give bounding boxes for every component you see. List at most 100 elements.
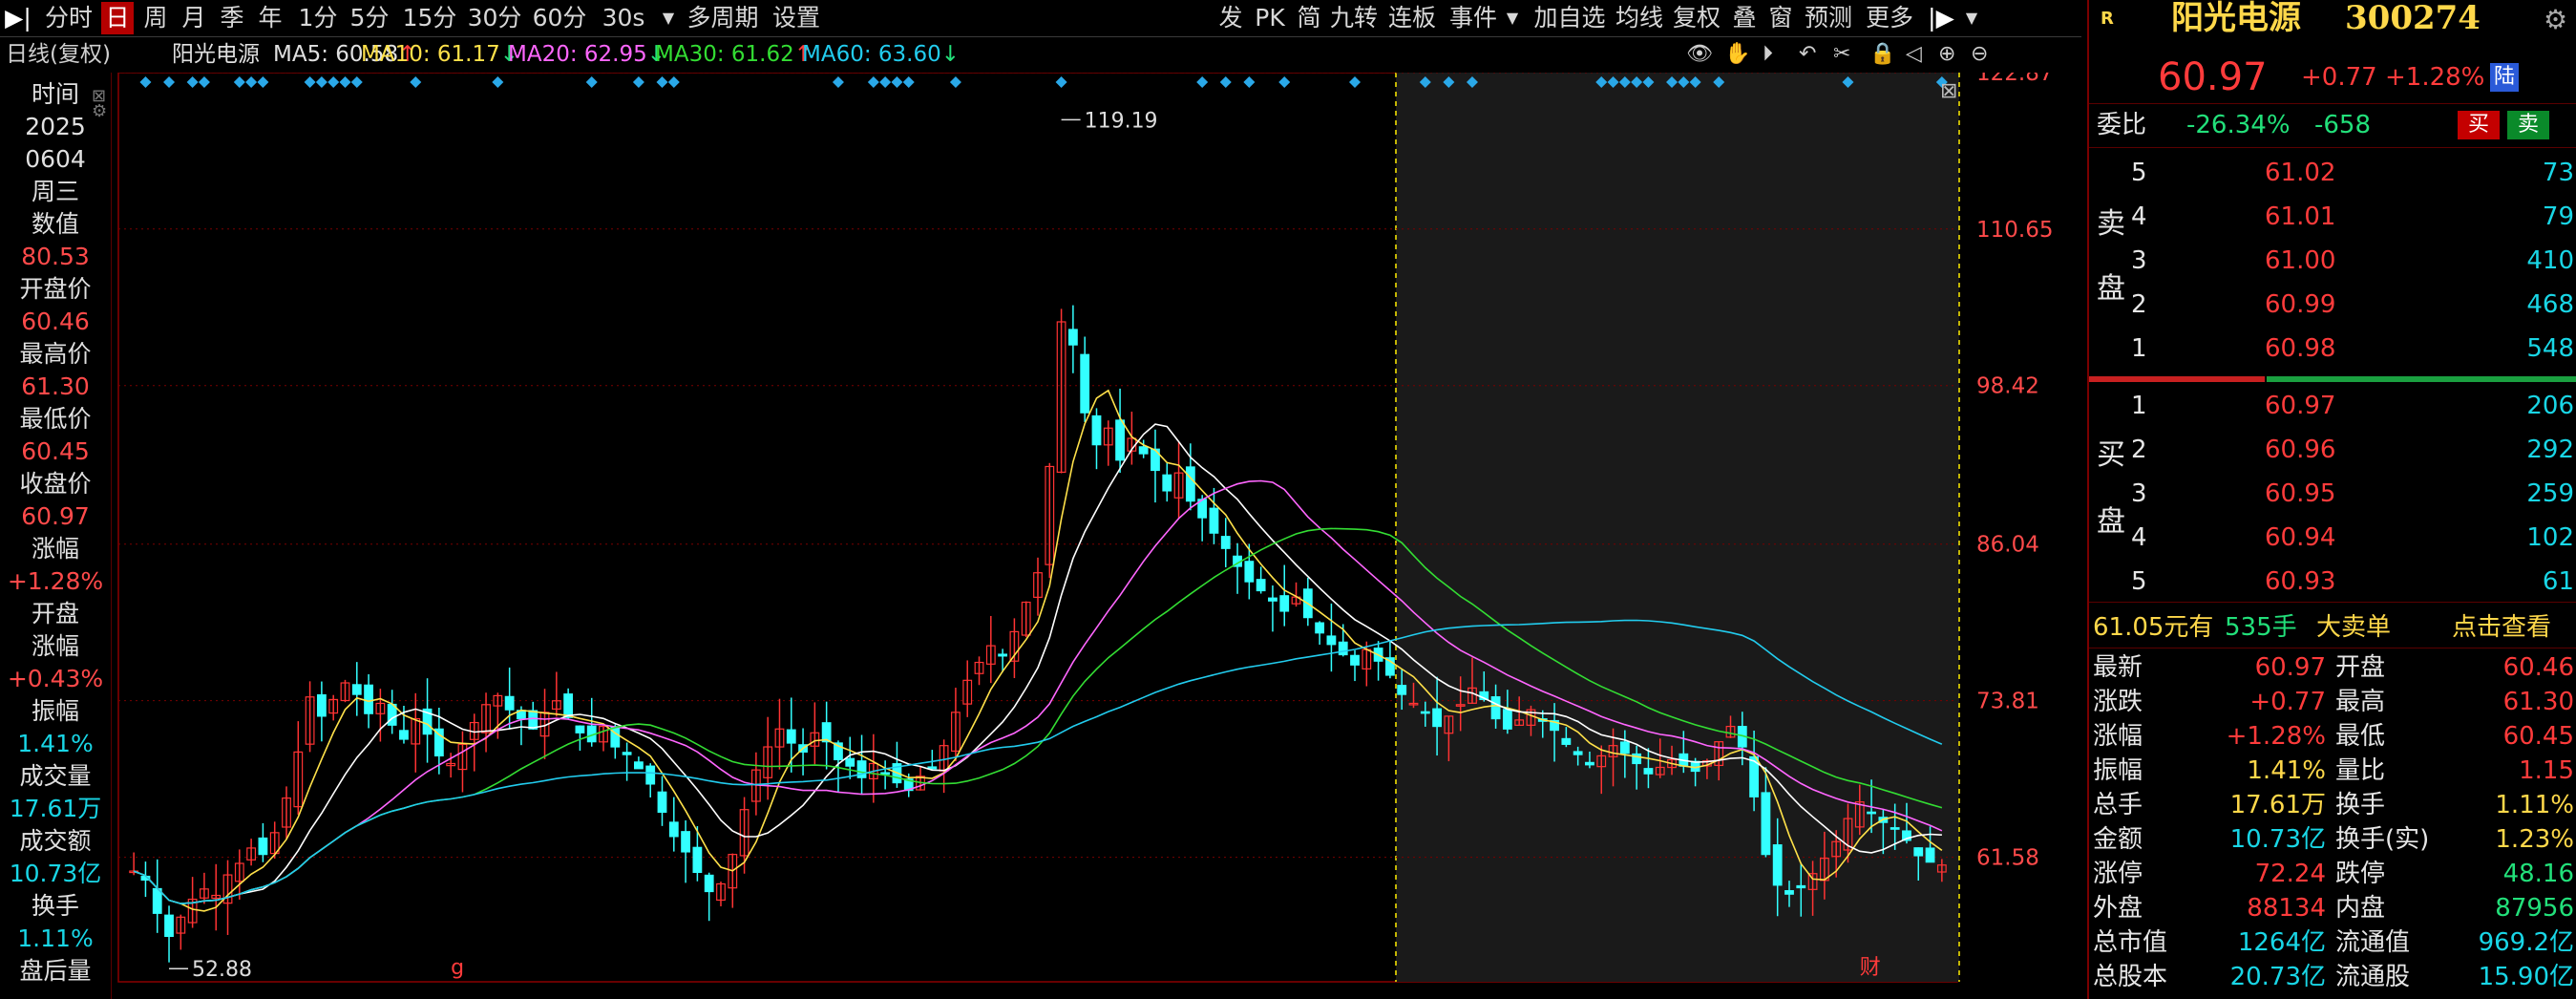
close-value: 60.97 [21,502,90,530]
candle-body [1761,792,1771,856]
ma-button[interactable]: 均线 [1614,2,1665,34]
stat-row: 外盘 88134 内盘 87956 [2089,892,2576,926]
more-button[interactable]: 更多 [1864,2,1915,34]
scissors-icon[interactable]: ✂ [1833,38,1850,71]
stat-label: 涨跌 [2093,688,2143,716]
event-diamond [350,76,363,88]
buy-row[interactable]: 3 60.95 259 [2089,478,2576,510]
play-icon[interactable]: ⏵ [1763,38,1773,71]
candlestick-chart[interactable]: 122.87 110.65 98.42 86.04 73.81 61.58 119.19 52… [113,73,2087,999]
pk-button[interactable]: PK [1251,2,1289,34]
events-chevron-down-icon[interactable]: ▼ [1503,2,1522,34]
buy-level: 2 [2131,436,2147,464]
low-label: 最低价 [19,405,92,433]
selection-close-icon[interactable]: ⊠ [1940,79,1957,103]
nine-turn-button[interactable]: 九转 [1329,2,1379,34]
tab-60min[interactable]: 60分 [529,2,590,34]
amplitude-value: 1.41% [17,730,94,757]
hand-icon[interactable]: ✋ [1724,38,1750,71]
turnover-amount-label: 成交额 [19,827,92,855]
window-button[interactable]: 窗 [1764,2,1797,34]
forecast-button[interactable]: 预测 [1803,2,1854,34]
tab-yearly[interactable]: 年 [254,2,286,34]
limit-up-button[interactable]: 连板 [1386,2,1438,34]
tab-monthly[interactable]: 月 [178,2,210,34]
candle-body [1913,847,1924,857]
buy-row[interactable]: 4 60.94 102 [2089,521,2576,554]
tab-weekly[interactable]: 周 [139,2,172,34]
tab-5min[interactable]: 5分 [346,2,393,34]
open-change-label-2: 涨幅 [31,632,79,660]
tab-15min[interactable]: 15分 [399,2,460,34]
candle-body [786,729,796,744]
zoom-out-icon[interactable]: ⊖ [1971,38,1988,71]
event-diamond [198,76,210,88]
sidebar-toggle-icon[interactable]: ▶| [4,2,32,34]
event-diamond [1243,76,1256,88]
sell-row[interactable]: 2 60.99 468 [2089,288,2576,321]
chevron-down-icon[interactable]: ▼ [659,2,678,34]
add-watchlist-button[interactable]: 加自选 [1533,2,1606,34]
big-order-link[interactable]: 点击查看 [2452,611,2551,644]
tab-intraday[interactable]: 分时 [40,2,97,34]
eye-icon[interactable]: 👁 [1686,38,1713,71]
crosshair-data-panel: 时间 2025 0604 周三 数值 80.53 开盘价 60.46 最高价 6… [0,73,112,999]
buy-row[interactable]: 2 60.96 292 [2089,434,2576,466]
buy-level: 5 [2131,567,2147,596]
candle-body [164,914,174,938]
quote-panel: R 阳光电源 300274 ⚙ 60.97 +0.77 +1.28% 陆 委比 … [2087,0,2576,999]
tab-30s[interactable]: 30s [600,2,647,34]
gear-icon[interactable]: ⚙ [2544,4,2567,36]
tab-quarterly[interactable]: 季 [216,2,248,34]
settings-button[interactable]: 设置 [771,2,821,34]
panel-settings-icon[interactable]: ⚙ [92,101,107,121]
zoom-in-icon[interactable]: ⊕ [1938,38,1955,71]
sell-button[interactable]: 卖 [2507,111,2549,139]
adjust-button[interactable]: 复权 [1671,2,1722,34]
candle-body [1432,708,1442,728]
event-diamond [1055,76,1067,88]
tab-daily[interactable]: 日 [101,2,134,34]
sell-row[interactable]: 1 60.98 548 [2089,332,2576,365]
buy-row[interactable]: 5 60.93 61 [2089,565,2576,598]
stat-value: +0.77 [2249,688,2326,716]
candle-body [634,761,644,770]
left-icon[interactable]: ◁ [1906,38,1922,71]
tab-1min[interactable]: 1分 [294,2,342,34]
buy-row[interactable]: 1 60.97 206 [2089,390,2576,422]
collapse-panel-icon[interactable]: |▶ [1925,2,1957,34]
simple-button[interactable]: 简 [1293,2,1325,34]
events-button[interactable]: 事件 [1447,2,1499,34]
multi-period-button[interactable]: 多周期 [686,2,760,34]
y-tick-label: 86.04 [1976,533,2039,558]
event-diamond [585,76,598,88]
weicha-value: -658 [2314,111,2372,139]
buy-button[interactable]: 买 [2458,111,2500,139]
candle-body [657,791,667,813]
ma-legend-bar: 日线(复权) 阳光电源 MA5: 60.58↑ MA10: 61.17↓ MA2… [0,38,1995,71]
low-value: 60.45 [21,437,90,465]
selection-region [1396,73,1959,982]
stat-row: 总手 17.61万 换手 1.11% [2089,789,2576,823]
sell-row[interactable]: 5 61.02 73 [2089,157,2576,189]
sell-row[interactable]: 3 61.00 410 [2089,244,2576,277]
more-chevron-down-icon[interactable]: ▼ [1961,2,1982,34]
buy-price: 60.94 [2265,523,2336,552]
tab-30min[interactable]: 30分 [464,2,525,34]
high-label: 最高价 [19,340,92,368]
lock-icon[interactable]: 🔒 [1869,38,1895,71]
candle-body [528,710,538,730]
overlay-button[interactable]: 叠 [1728,2,1761,34]
candle-body [364,684,373,714]
open-label: 开盘价 [19,275,92,303]
buy-price: 60.96 [2265,436,2336,464]
publish-button[interactable]: 发 [1214,2,1247,34]
undo-icon[interactable]: ↶ [1799,38,1816,71]
event-marker-cai: 财 [1860,956,1881,980]
event-diamond [1196,76,1209,88]
stat-label: 流通值 [2335,928,2411,957]
buy-price: 60.97 [2265,392,2336,420]
candle-body [1315,622,1325,634]
stat-value: 1.23% [2495,825,2574,854]
sell-row[interactable]: 4 61.01 79 [2089,201,2576,233]
